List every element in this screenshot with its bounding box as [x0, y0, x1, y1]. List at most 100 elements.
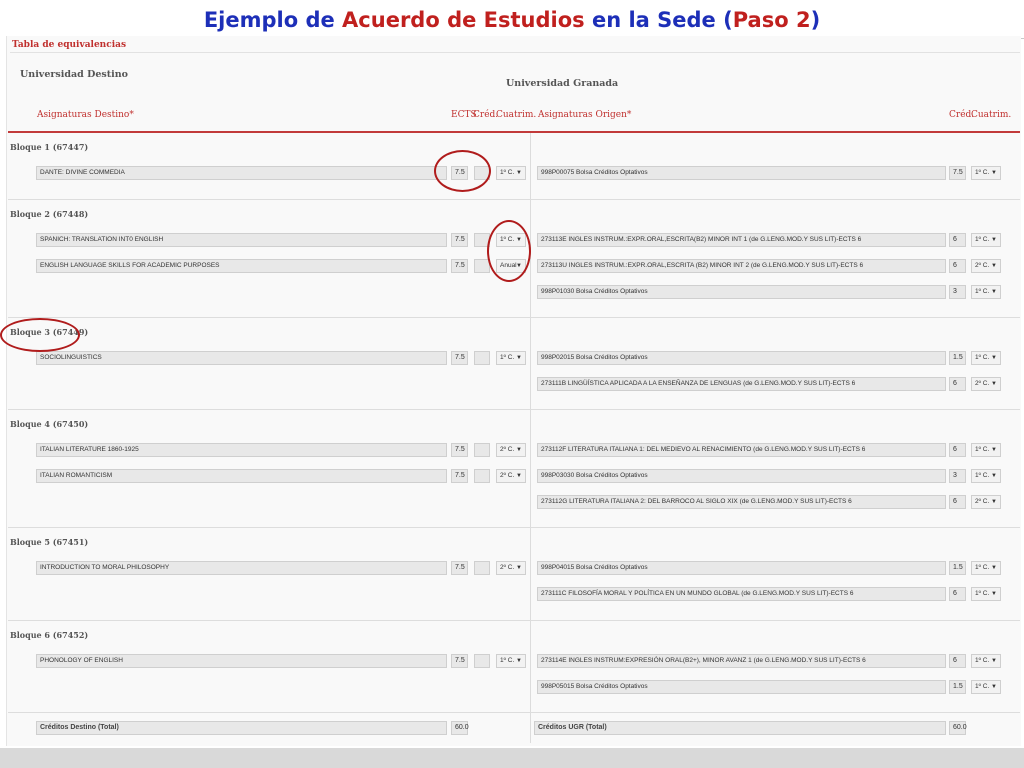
- origin-subject-input[interactable]: 273112G LITERATURA ITALIANA 2: DEL BARRO…: [537, 495, 946, 509]
- origin-subject-input[interactable]: 998P01030 Bolsa Créditos Optativos: [537, 285, 946, 299]
- select-value: 1º C.: [500, 354, 515, 361]
- dest-ects-input[interactable]: 7.5: [451, 443, 468, 457]
- dest-ects-input[interactable]: 7.5: [451, 351, 468, 365]
- highlight-circle-ects: [434, 150, 491, 192]
- chevron-down-icon: ▼: [516, 447, 522, 453]
- chevron-down-icon: ▼: [991, 473, 997, 479]
- origin-cuatrim-select[interactable]: 1º C. ▼: [971, 680, 1001, 694]
- chevron-down-icon: ▼: [516, 565, 522, 571]
- select-value: 2º C.: [500, 446, 515, 453]
- dest-ects-input[interactable]: 7.5: [451, 259, 468, 273]
- origin-cuatrim-select[interactable]: 2º C. ▼: [971, 495, 1001, 509]
- origin-subject-input[interactable]: 273113U INGLES INSTRUM.:EXPR.ORAL,ESCRIT…: [537, 259, 946, 273]
- select-value: 1º C.: [500, 169, 515, 176]
- dest-subject-input[interactable]: ITALIAN ROMANTICISM: [36, 469, 447, 483]
- select-value: 2º C.: [975, 262, 990, 269]
- origin-subject-input[interactable]: 273111B LINGÜÍSTICA APLICADA A LA ENSEÑA…: [537, 377, 946, 391]
- block-separator: [8, 712, 1020, 713]
- dest-cuatrim-select[interactable]: 2º C. ▼: [496, 443, 526, 457]
- dest-cuatrim-select[interactable]: 2º C. ▼: [496, 469, 526, 483]
- chevron-down-icon: ▼: [991, 684, 997, 690]
- origin-cuatrim-select[interactable]: 1º C. ▼: [971, 351, 1001, 365]
- block-separator: [8, 199, 1020, 200]
- header-cuatrim: Cuatrim.: [496, 110, 537, 120]
- dest-ects-input[interactable]: 7.5: [451, 654, 468, 668]
- bottom-bar: [0, 748, 1024, 768]
- origin-cuatrim-select[interactable]: 2º C. ▼: [971, 259, 1001, 273]
- chevron-down-icon: ▼: [991, 499, 997, 505]
- origin-cuatrim-select[interactable]: 1º C. ▼: [971, 587, 1001, 601]
- highlight-circle-cuatrim: [487, 220, 531, 282]
- select-value: 1º C.: [975, 590, 990, 597]
- dest-subject-input[interactable]: INTRODUCTION TO MORAL PHILOSOPHY: [36, 561, 447, 575]
- chevron-down-icon: ▼: [991, 658, 997, 664]
- origin-cuatrim-select[interactable]: 1º C. ▼: [971, 469, 1001, 483]
- origin-cred-input[interactable]: 6: [949, 443, 966, 457]
- dest-cuatrim-select[interactable]: 1º C. ▼: [496, 351, 526, 365]
- origin-cred-input[interactable]: 3: [949, 285, 966, 299]
- origin-cred-input[interactable]: 7.5: [949, 166, 966, 180]
- block-separator: [8, 409, 1020, 410]
- dest-cred-input[interactable]: [474, 443, 490, 457]
- chevron-down-icon: ▼: [516, 355, 522, 361]
- origin-cuatrim-select[interactable]: 1º C. ▼: [971, 443, 1001, 457]
- chevron-down-icon: ▼: [516, 473, 522, 479]
- origin-cuatrim-select[interactable]: 2º C. ▼: [971, 377, 1001, 391]
- title-part: Ejemplo de: [203, 8, 343, 32]
- origin-cred-input[interactable]: 1.5: [949, 680, 966, 694]
- origin-cred-input[interactable]: 6: [949, 259, 966, 273]
- slide-title: Ejemplo de Acuerdo de Estudios en la Sed…: [0, 8, 1024, 32]
- dest-cred-input[interactable]: [474, 561, 490, 575]
- dest-subject-input[interactable]: SOCIOLINGUISTICS: [36, 351, 447, 365]
- origin-subject-input[interactable]: 273113E INGLES INSTRUM.:EXPR.ORAL,ESCRIT…: [537, 233, 946, 247]
- dest-ects-input[interactable]: 7.5: [451, 233, 468, 247]
- origin-cuatrim-select[interactable]: 1º C. ▼: [971, 654, 1001, 668]
- origin-cred-input[interactable]: 3: [949, 469, 966, 483]
- origin-subject-input[interactable]: 998P02015 Bolsa Créditos Optativos: [537, 351, 946, 365]
- origin-total-value: 60.0: [949, 721, 967, 735]
- dest-subject-input[interactable]: ITALIAN LITERATURE 1860-1925: [36, 443, 447, 457]
- origin-cred-input[interactable]: 6: [949, 233, 966, 247]
- origin-cred-input[interactable]: 1.5: [949, 351, 966, 365]
- select-value: 1º C.: [975, 683, 990, 690]
- origin-subject-input[interactable]: 998P04015 Bolsa Créditos Optativos: [537, 561, 946, 575]
- origin-subject-input[interactable]: 998P05015 Bolsa Créditos Optativos: [537, 680, 946, 694]
- origin-cuatrim-select[interactable]: 1º C. ▼: [971, 561, 1001, 575]
- dest-ects-input[interactable]: 7.5: [451, 561, 468, 575]
- dest-cred-input[interactable]: [474, 469, 490, 483]
- origin-subject-input[interactable]: 998P03030 Bolsa Créditos Optativos: [537, 469, 946, 483]
- dest-cred-input[interactable]: [474, 351, 490, 365]
- origin-subject-input[interactable]: 273112F LITERATURA ITALIANA 1: DEL MEDIE…: [537, 443, 946, 457]
- column-divider: [530, 133, 531, 743]
- origin-cred-input[interactable]: 6: [949, 495, 966, 509]
- origin-cred-input[interactable]: 1.5: [949, 561, 966, 575]
- select-value: 1º C.: [975, 657, 990, 664]
- header-asignaturas-destino: Asignaturas Destino*: [37, 110, 134, 120]
- dest-cuatrim-select[interactable]: 1º C. ▼: [496, 654, 526, 668]
- dest-subject-input[interactable]: PHONOLOGY OF ENGLISH: [36, 654, 447, 668]
- origin-cred-input[interactable]: 6: [949, 587, 966, 601]
- origin-cuatrim-select[interactable]: 1º C. ▼: [971, 166, 1001, 180]
- origin-subject-input[interactable]: 998P00075 Bolsa Créditos Optativos: [537, 166, 946, 180]
- dest-subject-input[interactable]: ENGLISH LANGUAGE SKILLS FOR ACADEMIC PUR…: [36, 259, 447, 273]
- origin-subject-input[interactable]: 273111C FILOSOFÍA MORAL Y POLÍTICA EN UN…: [537, 587, 946, 601]
- chevron-down-icon: ▼: [991, 591, 997, 597]
- origin-cuatrim-select[interactable]: 1º C. ▼: [971, 233, 1001, 247]
- origin-cred-input[interactable]: 6: [949, 377, 966, 391]
- chevron-down-icon: ▼: [991, 447, 997, 453]
- dest-cuatrim-select[interactable]: 1º C. ▼: [496, 166, 526, 180]
- block-label: Bloque 4 (67450): [10, 419, 89, 429]
- select-value: 1º C.: [975, 169, 990, 176]
- select-value: 1º C.: [975, 354, 990, 361]
- origin-cred-input[interactable]: 6: [949, 654, 966, 668]
- dest-cuatrim-select[interactable]: 2º C. ▼: [496, 561, 526, 575]
- dest-ects-input[interactable]: 7.5: [451, 469, 468, 483]
- header-cred: Créd.: [473, 110, 499, 120]
- dest-cred-input[interactable]: [474, 654, 490, 668]
- divider: [10, 52, 1020, 53]
- origin-subject-input[interactable]: 273114E INGLES INSTRUM:EXPRESIÓN ORAL(B2…: [537, 654, 946, 668]
- dest-subject-input[interactable]: SPANICH: TRANSLATION INT0 ENGLISH: [36, 233, 447, 247]
- chevron-down-icon: ▼: [991, 170, 997, 176]
- origin-cuatrim-select[interactable]: 1º C. ▼: [971, 285, 1001, 299]
- dest-subject-input[interactable]: DANTE: DIVINE COMMEDIA: [36, 166, 447, 180]
